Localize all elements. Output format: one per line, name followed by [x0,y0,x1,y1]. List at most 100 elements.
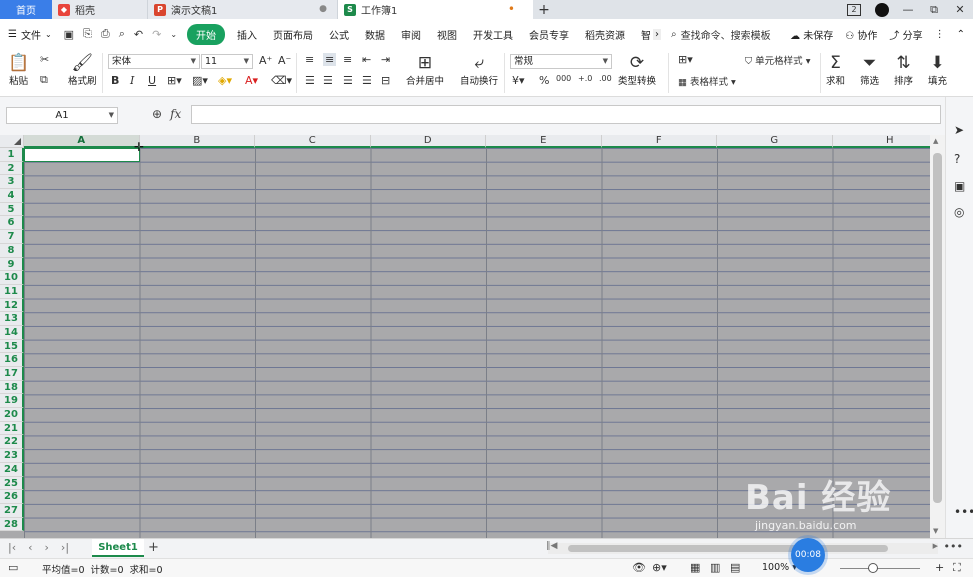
function-icon[interactable]: fx [170,107,181,121]
active-cell-a1[interactable] [24,148,140,162]
increase-font-icon[interactable]: A⁺ [259,54,272,67]
new-tab-button[interactable]: + [533,0,555,19]
macro-icon[interactable]: ▭ [8,561,18,574]
command-search[interactable]: ⌕ 查找命令、搜索模板 [671,27,771,42]
align-left-icon[interactable]: ☰ [305,74,315,87]
row-header-14[interactable]: 14 [0,325,24,340]
align-bottom-icon[interactable]: ≡ [343,53,352,66]
page-layout-view-icon[interactable]: ▤ [730,561,740,574]
undo-icon[interactable]: ↶ [134,28,143,41]
row-header-9[interactable]: 9 [0,257,24,272]
page-break-view-icon[interactable]: ▥ [710,561,720,574]
thousands-icon[interactable]: 000 [556,74,571,83]
column-header-g[interactable]: G [717,135,833,148]
sort-button[interactable]: ⇅ 排序 [894,53,913,87]
scroll-thumb[interactable] [933,153,942,503]
row-header-7[interactable]: 7 [0,230,24,244]
row-header-11[interactable]: 11 [0,284,24,299]
print-preview-icon[interactable]: ⌕ [119,27,125,41]
row-header-27[interactable]: 27 [0,503,24,518]
zoom-level[interactable]: 100% ▾ [762,562,797,573]
row-header-24[interactable]: 24 [0,462,24,477]
sheet-more-icon[interactable]: ••• [944,540,963,553]
tab-formulas[interactable]: 公式 [321,27,357,42]
justify-icon[interactable]: ☰ [362,74,372,87]
location-icon[interactable]: ◎ [954,205,964,219]
avatar[interactable] [875,2,889,17]
help-icon[interactable]: ? [954,152,960,166]
tab-docer[interactable]: ◆ 稻壳 [52,0,148,19]
align-center-icon[interactable]: ☰ [323,74,333,87]
collapse-ribbon-icon[interactable]: ⌃ [957,29,965,40]
row-header-23[interactable]: 23 [0,449,24,463]
pointer-icon[interactable]: ➤ [954,123,964,137]
tab-review[interactable]: 审阅 [393,27,429,42]
format-painter-button[interactable]: 🖌 格式刷 [68,53,97,87]
status-sum[interactable]: 求和=0 [130,562,163,576]
row-header-8[interactable]: 8 [0,243,24,258]
row-header-25[interactable]: 25 [0,476,24,491]
scroll-right-icon[interactable]: ▶ [933,542,938,550]
fullscreen-icon[interactable]: ⛶ [953,561,961,575]
row-header-12[interactable]: 12 [0,298,24,313]
type-convert-button[interactable]: ⟳ 类型转换 [618,53,656,87]
increase-decimal-icon[interactable]: +.0 [578,74,592,83]
sum-button[interactable]: Σ 求和 [826,53,845,87]
tab-member[interactable]: 会员专享 [521,27,577,42]
scroll-up-icon[interactable]: ▲ [933,137,938,145]
collaborate-button[interactable]: ⚇ 协作 [845,27,877,42]
row-header-20[interactable]: 20 [0,408,24,422]
row-header-6[interactable]: 6 [0,216,24,231]
tab-workbook[interactable]: S 工作簿1 • [338,0,533,19]
underline-icon[interactable]: U [148,74,156,87]
restore-button[interactable]: ⧉ [921,3,947,17]
eye-protection-icon[interactable]: 👁 [632,561,646,574]
input-method-icon[interactable]: ⊕▾ [652,561,667,574]
tab-view[interactable]: 视图 [429,27,465,42]
zoom-in-icon[interactable]: + [935,561,944,574]
row-header-17[interactable]: 17 [0,367,24,381]
chevron-right-icon[interactable]: › [653,28,662,40]
horizontal-scroll-thumb[interactable] [568,545,888,552]
tab-start[interactable]: 开始 [187,23,226,45]
tab-data[interactable]: 数据 [357,27,393,42]
row-header-10[interactable]: 10 [0,271,24,285]
filter-button[interactable]: ⏷ 筛选 [860,53,879,87]
status-count[interactable]: 计数=0 [91,562,124,576]
sheet-tab-sheet1[interactable]: Sheet1 [92,539,144,557]
decrease-font-icon[interactable]: A⁻ [278,54,291,67]
row-header-19[interactable]: 19 [0,394,24,409]
name-box[interactable]: A1 ▼ [6,107,118,124]
row-header-22[interactable]: 22 [0,435,24,450]
bold-icon[interactable]: B [111,74,119,87]
zoom-slider-handle[interactable] [868,563,878,573]
conditional-format-icon[interactable]: ⊞▾ [678,53,693,66]
decrease-decimal-icon[interactable]: .00 [599,74,612,83]
horizontal-scrollbar[interactable]: ‖◀ ▶ [546,541,938,554]
row-header-26[interactable]: 26 [0,490,24,504]
next-sheet-icon[interactable]: › [45,541,49,554]
tab-close-dot-icon[interactable]: ● [319,4,327,14]
increase-indent-icon[interactable]: ⇥ [381,53,390,66]
number-format-select[interactable]: 常规 ▼ [510,54,612,69]
row-header-13[interactable]: 13 [0,312,24,326]
cell-fill-pattern-icon[interactable]: ▨▾ [192,74,208,87]
row-header-2[interactable]: 2 [0,161,24,176]
first-sheet-icon[interactable]: |‹ [8,541,16,554]
tab-insert[interactable]: 插入 [229,27,265,42]
table-style-button[interactable]: ▦ 表格样式 ▾ [678,74,736,88]
export-pdf-icon[interactable]: ⎘ [83,27,92,41]
paste-button[interactable]: 📋 粘贴 [8,53,29,87]
column-header-e[interactable]: E [486,135,602,148]
unsaved-button[interactable]: ☁ 未保存 [790,27,833,42]
select-all-corner[interactable] [0,135,24,148]
align-right-icon[interactable]: ☰ [343,74,353,87]
row-header-15[interactable]: 15 [0,339,24,354]
clear-format-icon[interactable]: ⌫▾ [271,74,292,87]
save-icon[interactable]: ▣ [64,28,74,41]
font-name-select[interactable]: 宋体 ▼ [108,54,200,69]
distributed-icon[interactable]: ⊟ [381,74,390,87]
decrease-indent-icon[interactable]: ⇤ [362,53,371,66]
merge-center-button[interactable]: ⊞ 合并居中 [406,53,444,87]
redo-icon[interactable]: ↷ [152,28,161,41]
